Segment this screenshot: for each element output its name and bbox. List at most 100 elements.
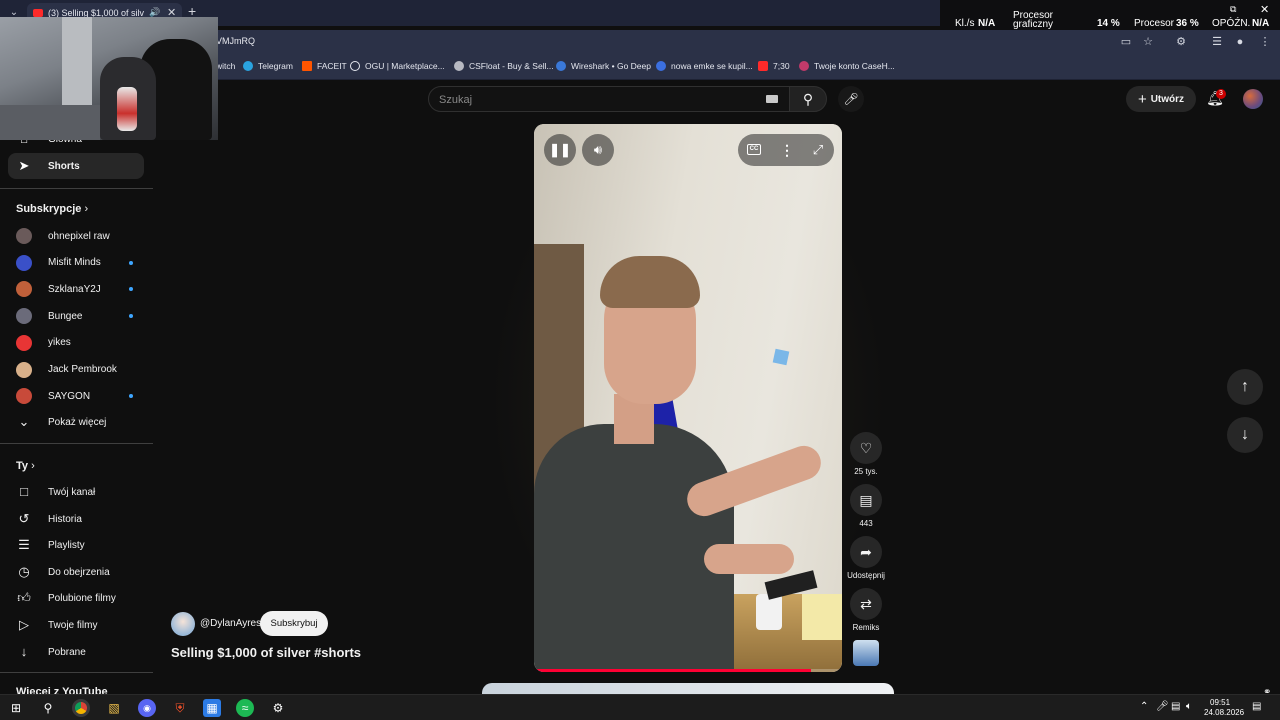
subscription-item[interactable]: Jack Pembrook <box>0 357 153 383</box>
show-more-button[interactable]: ⌄ Pokaż więcej <box>0 409 153 435</box>
bookmark-faceit[interactable]: FACEIT <box>302 61 347 71</box>
like-button[interactable]: ♡ <box>850 432 882 464</box>
sidebar-item-playlists[interactable]: ☰ Playlisty <box>0 532 153 558</box>
bookmark-ogu[interactable]: OGU | Marketplace... <box>350 61 445 71</box>
notification-center-icon[interactable]: ▤ <box>1252 701 1261 712</box>
remix-label: Remiks <box>852 623 880 632</box>
heart-icon: ♡ <box>859 440 873 456</box>
hud-gpu-value: 14 % <box>1097 18 1120 29</box>
browser-menu-icon[interactable]: ⋮ <box>1257 34 1273 50</box>
short-video-player[interactable] <box>534 124 842 672</box>
subscription-label: SzklanaY2J <box>48 283 101 295</box>
account-avatar[interactable] <box>1243 89 1263 109</box>
plus-icon: + <box>1137 90 1147 108</box>
url-text[interactable]: VMJmRQ <box>216 36 255 46</box>
sidebar-item-your-videos[interactable]: ▷ Twoje filmy <box>0 612 153 638</box>
search-input[interactable] <box>439 92 739 108</box>
show-more-label: Pokaż więcej <box>48 416 107 428</box>
sidebar-divider <box>0 443 153 444</box>
windows-start-icon[interactable]: ⊞ <box>7 699 25 717</box>
tray-microphone-icon[interactable]: 🎤︎ <box>1156 701 1169 712</box>
new-content-dot <box>129 314 133 319</box>
more-options-icon[interactable]: ⋮ <box>780 141 794 159</box>
subscription-item[interactable]: ohnepixel raw <box>0 223 153 249</box>
tray-chevron-up-icon[interactable]: ⌃ <box>1140 701 1148 712</box>
previous-short-button[interactable]: ↑ <box>1227 369 1263 405</box>
channel-avatar-icon <box>16 254 32 271</box>
subscription-item[interactable]: Bungee <box>0 303 153 329</box>
chrome-icon[interactable] <box>72 699 90 717</box>
sidebar-item-label: Polubione filmy <box>48 592 116 604</box>
sidebar-item-downloads[interactable]: ↓ Pobrane <box>0 639 153 665</box>
captions-icon[interactable]: CC <box>747 144 761 155</box>
file-explorer-icon[interactable]: ▧ <box>105 699 123 717</box>
create-button[interactable]: + Utwórz <box>1126 86 1196 112</box>
video-frame-card <box>802 594 842 640</box>
fullscreen-icon[interactable]: ⤢ <box>810 141 826 159</box>
sidebar-item-liked-videos[interactable]: 👍︎ Polubione filmy <box>0 585 153 611</box>
wireshark-icon <box>556 61 566 71</box>
steam-icon[interactable]: ⚙ <box>269 699 287 717</box>
download-icon: ↓ <box>20 644 28 659</box>
sidebar-item-label: Twoje filmy <box>48 619 98 631</box>
subscribe-button[interactable]: Subskrybuj <box>260 611 328 636</box>
keyboard-icon[interactable] <box>766 95 778 103</box>
microphone-icon: 🎤︎ <box>843 92 859 106</box>
pause-button[interactable]: ❚❚ <box>544 134 576 166</box>
app-icon[interactable]: ▦ <box>203 699 221 717</box>
sidebar-item-your-channel[interactable]: □ Twój kanał <box>0 479 153 505</box>
brave-icon[interactable]: ⛨ <box>171 699 189 717</box>
subscription-item[interactable]: Misfit Minds <box>0 250 153 276</box>
tray-network-icon[interactable]: ▤ <box>1171 701 1180 712</box>
clock-date[interactable]: 24.08.2026 <box>1204 708 1244 717</box>
performance-overlay: Kl./s N/A Procesor graficzny 14 % Proces… <box>940 0 1280 30</box>
bookmark-csfloat[interactable]: CSFloat - Buy & Sell... <box>454 61 554 71</box>
window-close-icon[interactable]: ✕ <box>1260 3 1269 16</box>
subscription-item[interactable]: yikes <box>0 330 153 356</box>
subscription-item[interactable]: SzklanaY2J <box>0 276 153 302</box>
subscriptions-header[interactable]: Subskrypcje › <box>16 203 88 215</box>
sidebar-item-shorts[interactable]: ➤ Shorts <box>8 153 144 179</box>
sound-thumbnail[interactable] <box>853 640 879 666</box>
search-button[interactable]: ⚲ <box>789 86 827 112</box>
tray-volume-icon[interactable]: 🔈︎ <box>1186 701 1192 712</box>
voice-search-button[interactable]: 🎤︎ <box>838 86 864 112</box>
profile-icon[interactable]: ● <box>1232 34 1248 50</box>
volume-button[interactable]: 🔊︎ <box>582 134 614 166</box>
sidebar-item-label: Shorts <box>48 160 80 172</box>
spotify-icon[interactable]: ≈ <box>236 699 254 717</box>
shorts-icon: ➤ <box>18 158 30 173</box>
webcam-bottle <box>117 87 137 131</box>
subscription-label: Jack Pembrook <box>48 364 117 375</box>
discord-icon[interactable]: ◉ <box>138 699 156 717</box>
comments-button[interactable]: ▤ <box>850 484 882 516</box>
video-progress-bar[interactable] <box>534 669 842 672</box>
video-title[interactable]: Selling $1,000 of silver #shorts <box>171 645 361 660</box>
next-short-button[interactable]: ↓ <box>1227 417 1263 453</box>
bookmark-caseh[interactable]: Twoje konto CaseH... <box>799 61 895 71</box>
you-header[interactable]: Ty › <box>16 460 35 472</box>
bookmark-nowa-emke[interactable]: nowa emke se kupil... <box>656 61 753 71</box>
window-restore-icon[interactable]: ⧉ <box>1230 4 1236 15</box>
sidebar-item-watch-later[interactable]: ◷ Do obejrzenia <box>0 559 153 585</box>
bookmark-telegram[interactable]: Telegram <box>243 61 293 71</box>
channel-name[interactable]: @DylanAyres <box>200 618 261 629</box>
bookmark-star-icon[interactable]: ☆ <box>1140 34 1156 50</box>
share-button[interactable]: ➦ <box>850 536 882 568</box>
bookmark-wireshark[interactable]: Wireshark • Go Deep <box>556 61 651 71</box>
sidebar-item-history[interactable]: ↺ Historia <box>0 506 153 532</box>
media-control-icon[interactable]: ☰ <box>1209 34 1225 50</box>
subscription-item[interactable]: SAYGON <box>0 383 153 409</box>
bookmark-730[interactable]: 7;30 <box>758 61 790 71</box>
extensions-icon[interactable]: ⚙ <box>1173 34 1189 50</box>
bookmark-label: Wireshark • Go Deep <box>571 61 651 71</box>
webcam-overlay <box>0 17 218 140</box>
search-box[interactable] <box>428 86 790 112</box>
remix-button[interactable]: ⇄ <box>850 588 882 620</box>
bookmark-twitch[interactable]: witch <box>216 61 235 71</box>
bookmark-label: nowa emke se kupil... <box>671 61 753 71</box>
search-icon[interactable]: ⚲ <box>39 699 57 717</box>
channel-avatar[interactable] <box>171 612 195 636</box>
cast-icon[interactable]: ▭ <box>1118 34 1134 50</box>
clock-time[interactable]: 09:51 <box>1210 698 1230 707</box>
